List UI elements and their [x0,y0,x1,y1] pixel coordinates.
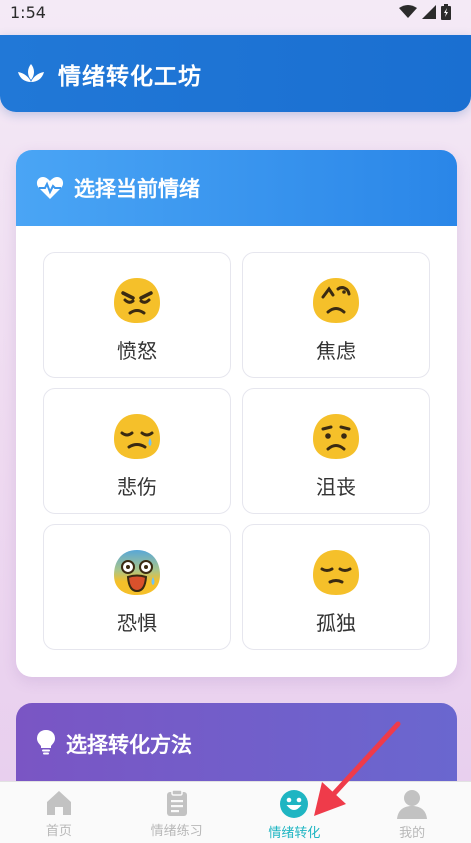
tab-profile[interactable]: 我的 [353,782,471,843]
app-header: 情绪转化工坊 [0,35,471,112]
signal-icon [422,5,436,19]
tab-label: 情绪转化 [268,826,321,841]
emotion-label: 焦虑 [316,339,356,363]
lotus-icon [18,63,44,82]
emotion-card-header: 选择当前情绪 [16,150,457,226]
emotion-label: 孤独 [316,611,356,635]
method-card-header[interactable]: 选择转化方法 [16,703,457,793]
emotion-label: 恐惧 [117,611,157,635]
emotion-label: 愤怒 [117,339,157,363]
tab-home[interactable]: 首页 [0,782,118,843]
emotion-option-angry[interactable]: 愤怒 [43,252,231,378]
clipboard-icon [166,789,187,816]
angry-face-icon [114,278,160,323]
tab-label: 情绪练习 [150,824,203,839]
heart-pulse-icon [36,177,64,199]
emotion-grid: 愤怒 焦虑 悲伤 沮丧 恐惧 孤独 [43,252,431,650]
emotion-option-frustrated[interactable]: 沮丧 [242,388,430,514]
status-time: 1:54 [10,2,46,22]
page-title: 情绪转化工坊 [58,63,202,90]
lonely-face-icon [313,550,359,595]
tab-label: 我的 [399,826,426,841]
emotion-card-title: 选择当前情绪 [74,177,200,201]
emotion-label: 沮丧 [316,475,356,499]
bottom-tab-bar: 首页 情绪练习 情绪转化 我的 [0,781,471,843]
frustrated-face-icon [313,414,359,459]
tab-label: 首页 [45,824,72,839]
smile-icon [280,790,309,818]
user-icon [397,790,428,819]
wifi-icon [399,5,417,18]
status-bar: 1:54 [0,0,471,24]
anxious-face-icon [313,278,359,323]
status-icons [399,4,451,20]
lightbulb-icon [37,730,55,755]
home-icon [46,791,71,815]
emotion-option-sad[interactable]: 悲伤 [43,388,231,514]
emotion-option-lonely[interactable]: 孤独 [242,524,430,650]
fearful-face-icon [114,550,160,595]
emotion-option-anxious[interactable]: 焦虑 [242,252,430,378]
sad-face-icon [114,414,160,459]
emotion-card: 选择当前情绪 愤怒 焦虑 悲伤 沮丧 恐惧 孤独 [16,150,457,677]
tab-transform[interactable]: 情绪转化 [236,782,354,843]
battery-icon [441,4,451,20]
emotion-option-fearful[interactable]: 恐惧 [43,524,231,650]
method-card-title: 选择转化方法 [66,733,192,757]
emotion-label: 悲伤 [117,475,157,499]
tab-practice[interactable]: 情绪练习 [118,782,236,843]
